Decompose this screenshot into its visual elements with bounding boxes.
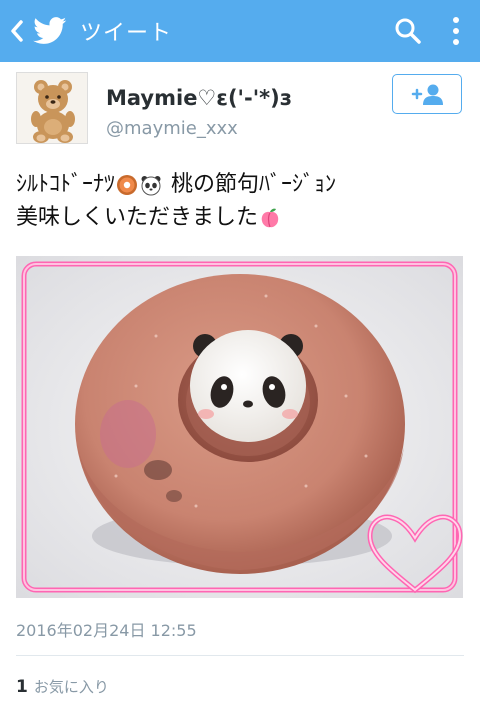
author-handle[interactable]: @maymie_xxx xyxy=(106,118,238,139)
favorites-label: お気に入り xyxy=(33,678,109,696)
back-button[interactable] xyxy=(4,0,30,62)
peach-emoji xyxy=(261,208,279,227)
overflow-menu-button[interactable] xyxy=(432,0,480,62)
panda-donut-photo xyxy=(16,256,463,598)
tweet-text-part: ｼﾙﾄｺﾄﾞｰﾅﾂ xyxy=(16,172,116,197)
teddy-bear-avatar xyxy=(17,73,87,143)
tweet-text-line-1: ｼﾙﾄｺﾄﾞｰﾅﾂ 桃の節句ﾊﾞｰｼﾞｮﾝ xyxy=(16,168,466,201)
search-icon xyxy=(395,18,421,44)
chevron-left-icon xyxy=(11,20,23,42)
tweet-text-part: 美味しくいただきました xyxy=(16,205,259,230)
tweet-photo[interactable] xyxy=(16,256,463,598)
follow-button[interactable] xyxy=(392,74,462,114)
donut-emoji xyxy=(117,174,138,195)
avatar[interactable] xyxy=(16,72,88,144)
favorites-stat[interactable]: 1 お気に入り xyxy=(16,676,109,697)
tweet-text-line-2: 美味しくいただきました xyxy=(16,201,466,234)
twitter-logo[interactable] xyxy=(30,0,70,62)
search-button[interactable] xyxy=(384,0,432,62)
tweet-text-part: 桃の節句ﾊﾞｰｼﾞｮﾝ xyxy=(171,172,337,197)
twitter-bird-icon xyxy=(33,17,67,44)
tweet-text: ｼﾙﾄｺﾄﾞｰﾅﾂ 桃の節句ﾊﾞｰｼﾞｮﾝ 美味しくいただきました xyxy=(16,168,466,234)
app-bar: ツイート xyxy=(0,0,480,62)
add-user-icon xyxy=(411,84,443,105)
tweet-author: Maymie♡ε('-'*)з @maymie_xxx xyxy=(16,72,464,148)
divider xyxy=(16,655,464,656)
author-display-name[interactable]: Maymie♡ε('-'*)з xyxy=(106,86,292,110)
tweet-timestamp: 2016年02月24日 12:55 xyxy=(16,621,197,640)
favorites-count: 1 xyxy=(16,677,28,697)
panda-emoji xyxy=(141,175,161,195)
more-vertical-icon xyxy=(453,17,459,45)
app-bar-title: ツイート xyxy=(80,21,173,46)
panda-chocolate xyxy=(190,330,306,442)
